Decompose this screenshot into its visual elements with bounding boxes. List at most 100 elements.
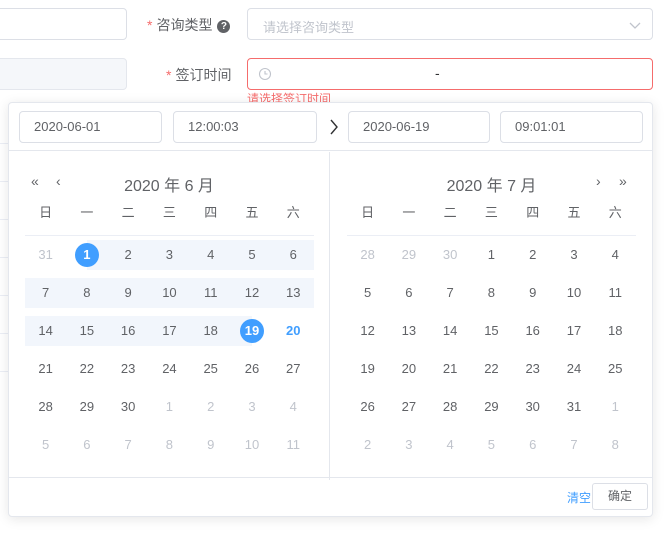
date-cell[interactable]: 12 [231,274,273,312]
date-cell[interactable]: 1 [66,236,108,274]
date-cell[interactable]: 9 [512,274,553,312]
date-cell[interactable]: 21 [430,350,471,388]
date-cell[interactable]: 18 [190,312,232,350]
date-cell[interactable]: 6 [388,274,429,312]
confirm-button[interactable]: 确定 [592,483,648,510]
date-cell[interactable]: 13 [388,312,429,350]
date-cell[interactable]: 30 [512,388,553,426]
date-cell[interactable]: 3 [388,426,429,464]
date-cell[interactable]: 10 [148,274,191,312]
date-cell[interactable]: 11 [273,426,314,464]
date-cell[interactable]: 28 [25,388,66,426]
week-row: 26 27 28 29 30 31 1 [347,388,636,426]
date-cell[interactable]: 4 [430,426,471,464]
consult-type-select[interactable]: 请选择咨询类型 [247,8,653,40]
date-cell[interactable]: 8 [66,274,108,312]
date-cell[interactable]: 13 [272,274,314,312]
date-cell[interactable]: 30 [108,388,149,426]
date-cell[interactable]: 16 [512,312,553,350]
date-cell[interactable]: 5 [347,274,388,312]
sign-time-range-input[interactable]: - [247,58,653,90]
date-cell[interactable]: 31 [553,388,594,426]
date-number: 23 [525,361,540,376]
date-cell[interactable]: 29 [66,388,107,426]
date-cell[interactable]: 29 [388,236,429,274]
date-cell[interactable]: 20 [388,350,429,388]
weekday-header: 日一二三四五六 [25,200,314,236]
date-cell[interactable]: 6 [66,426,107,464]
date-cell[interactable]: 9 [190,426,231,464]
date-cell[interactable]: 25 [595,350,636,388]
date-cell[interactable]: 4 [273,388,314,426]
date-cell[interactable]: 27 [273,350,314,388]
start-time-input[interactable]: 12:00:03 [173,111,317,143]
date-cell[interactable]: 2 [190,388,231,426]
date-cell[interactable]: 8 [595,426,636,464]
date-cell[interactable]: 1 [471,236,512,274]
picker-header-inputs: 2020-06-01 12:00:03 2020-06-19 09:01:01 [9,103,652,151]
date-cell[interactable]: 20 [273,312,314,350]
left-input-field[interactable] [0,8,127,40]
date-cell[interactable]: 2 [347,426,388,464]
date-cell[interactable]: 10 [231,426,272,464]
date-cell[interactable]: 23 [512,350,553,388]
start-date-input[interactable]: 2020-06-01 [19,111,162,143]
date-cell[interactable]: 7 [108,426,149,464]
date-cell[interactable]: 28 [347,236,388,274]
date-cell[interactable]: 9 [107,274,149,312]
date-cell[interactable]: 31 [25,236,66,274]
date-cell[interactable]: 18 [595,312,636,350]
date-cell[interactable]: 21 [25,350,66,388]
weekday-label: 六 [608,205,622,220]
date-cell[interactable]: 19 [231,312,272,350]
question-circle-icon[interactable]: ? [217,20,231,33]
date-cell[interactable]: 5 [471,426,512,464]
date-cell[interactable]: 28 [430,388,471,426]
date-cell[interactable]: 4 [190,236,232,274]
date-cell[interactable]: 1 [149,388,190,426]
clear-button[interactable]: 清空 [567,489,591,506]
date-cell[interactable]: 22 [66,350,107,388]
date-cell[interactable]: 2 [107,236,149,274]
date-cell[interactable]: 6 [272,236,314,274]
date-cell[interactable]: 12 [347,312,388,350]
date-cell[interactable]: 10 [553,274,594,312]
date-cell[interactable]: 7 [553,426,594,464]
date-cell[interactable]: 15 [471,312,512,350]
end-date-input[interactable]: 2020-06-19 [348,111,490,143]
date-cell[interactable]: 4 [595,236,636,274]
date-cell[interactable]: 14 [430,312,471,350]
date-cell[interactable]: 19 [347,350,388,388]
date-cell[interactable]: 14 [25,312,67,350]
date-cell[interactable]: 17 [148,312,191,350]
date-cell[interactable]: 30 [430,236,471,274]
date-cell[interactable]: 23 [108,350,149,388]
date-cell[interactable]: 3 [231,388,272,426]
date-cell[interactable]: 5 [231,236,273,274]
date-cell[interactable]: 1 [595,388,636,426]
date-cell[interactable]: 16 [107,312,149,350]
date-cell[interactable]: 27 [388,388,429,426]
date-cell[interactable]: 24 [149,350,190,388]
date-cell[interactable]: 7 [430,274,471,312]
date-cell[interactable]: 3 [553,236,594,274]
date-cell[interactable]: 17 [553,312,594,350]
date-cell[interactable]: 26 [231,350,272,388]
date-cell[interactable]: 8 [471,274,512,312]
date-cell[interactable]: 11 [190,274,232,312]
date-cell[interactable]: 22 [471,350,512,388]
date-cell[interactable]: 11 [595,274,636,312]
date-cell[interactable]: 26 [347,388,388,426]
date-cell[interactable]: 24 [553,350,594,388]
required-mark: * [166,67,172,83]
date-cell[interactable]: 29 [471,388,512,426]
date-cell[interactable]: 25 [190,350,231,388]
date-cell[interactable]: 2 [512,236,553,274]
date-cell[interactable]: 7 [25,274,67,312]
date-cell[interactable]: 6 [512,426,553,464]
date-cell[interactable]: 3 [148,236,191,274]
date-cell[interactable]: 5 [25,426,66,464]
end-time-input[interactable]: 09:01:01 [500,111,643,143]
date-cell[interactable]: 8 [149,426,190,464]
date-cell[interactable]: 15 [66,312,108,350]
